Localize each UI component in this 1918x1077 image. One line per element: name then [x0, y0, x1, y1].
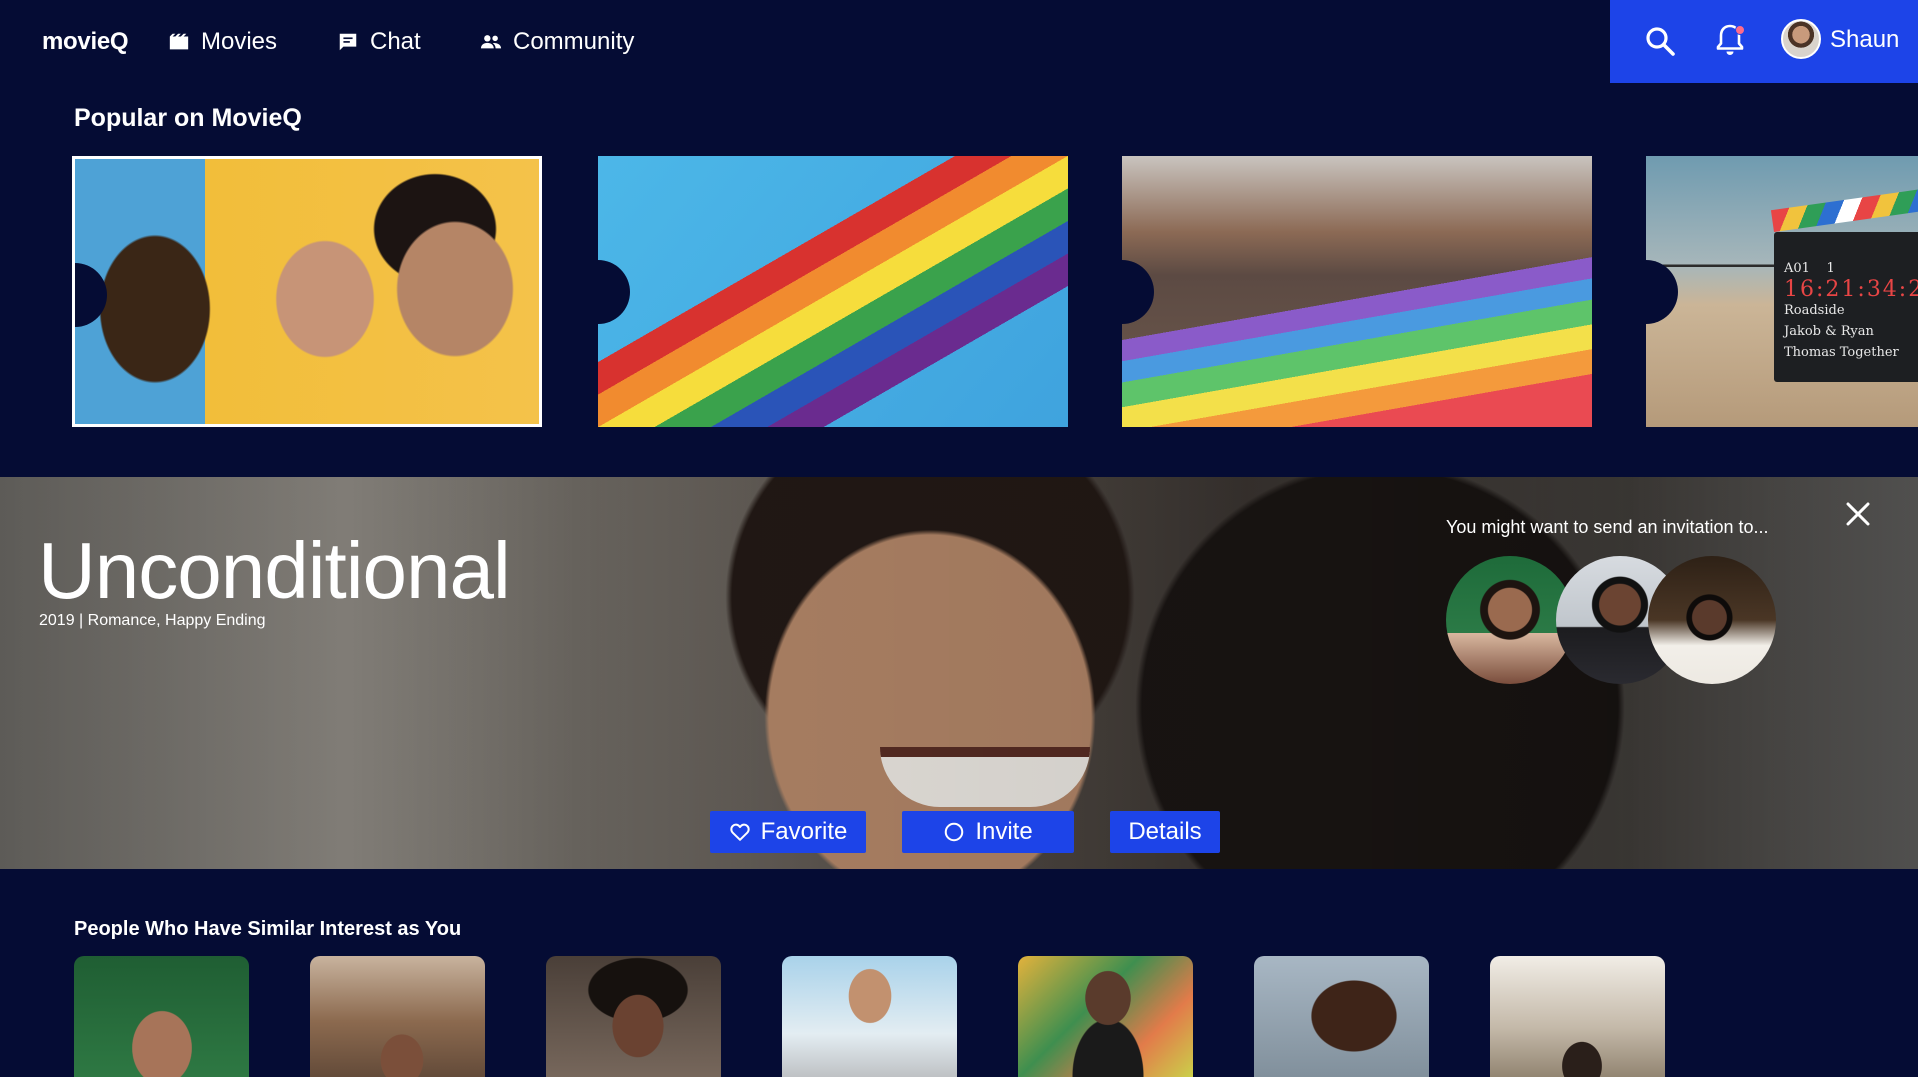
nav-item-label: Chat [370, 28, 421, 55]
people-icon [480, 35, 502, 49]
invite-suggestion-avatar[interactable] [1446, 556, 1574, 684]
nav-item-label: Movies [201, 28, 278, 55]
person-card[interactable] [1018, 956, 1193, 1077]
clapper-line-1: Roadside [1784, 303, 1845, 318]
featured-movie-title: Unconditional [38, 526, 511, 615]
poster-notch [1646, 260, 1678, 324]
invite-button-label: Invite [975, 818, 1033, 845]
person-card[interactable] [546, 956, 721, 1077]
person-card[interactable] [1490, 956, 1665, 1077]
top-navigation: movieQ Movies Chat Community Shaun [0, 0, 1918, 83]
user-toolbar: Shaun [1610, 0, 1918, 83]
nav-item-chat[interactable]: Chat [337, 26, 421, 58]
popular-section-title: Popular on MovieQ [74, 104, 302, 132]
movie-poster-clapperboard[interactable]: A01 1 16:21:34:2 Roadside Jakob & Ryan T… [1646, 156, 1918, 427]
invite-button[interactable]: Invite [902, 811, 1074, 853]
person-card[interactable] [782, 956, 957, 1077]
clapper-roll: A01 [1784, 261, 1810, 276]
search-icon[interactable] [1643, 24, 1677, 58]
clapper-scene: 1 [1826, 261, 1835, 276]
chat-bubble-icon [339, 33, 357, 51]
details-button[interactable]: Details [1110, 811, 1220, 853]
featured-movie-meta: 2019 | Romance, Happy Ending [39, 612, 266, 629]
poster-notch [75, 263, 107, 327]
clapperboard-text: A01 1 16:21:34:2 Roadside Jakob & Ryan T… [1784, 258, 1918, 363]
movie-poster-kiss[interactable] [72, 156, 542, 427]
user-name[interactable]: Shaun [1830, 26, 1899, 54]
movie-poster-pride-parade[interactable] [1122, 156, 1592, 427]
featured-movie-banner: Unconditional 2019 | Romance, Happy Endi… [0, 477, 1918, 869]
clapperboard-image: A01 1 16:21:34:2 Roadside Jakob & Ryan T… [1774, 232, 1918, 382]
invite-suggestion-text: You might want to send an invitation to.… [1446, 517, 1769, 537]
favorite-button-label: Favorite [760, 818, 848, 845]
app-logo[interactable]: movieQ [42, 28, 129, 56]
person-card[interactable] [310, 956, 485, 1077]
nav-item-label: Community [513, 28, 635, 55]
circle-icon [945, 822, 964, 842]
favorite-button[interactable]: Favorite [710, 811, 866, 853]
notification-badge [1735, 25, 1745, 35]
notification-button[interactable] [1713, 22, 1747, 58]
clapper-line-2: Jakob & Ryan [1784, 324, 1874, 339]
clapper-timecode: 16:21:34:2 [1784, 277, 1918, 302]
poster-notch [598, 260, 630, 324]
nav-item-community[interactable]: Community [480, 26, 634, 58]
nav-item-movies[interactable]: Movies [168, 26, 277, 58]
movie-poster-pride-flags[interactable] [598, 156, 1068, 427]
details-button-label: Details [1128, 818, 1202, 845]
person-card[interactable] [74, 956, 249, 1077]
similar-people-section-title: People Who Have Similar Interest as You [74, 918, 462, 940]
invite-suggestion-avatar[interactable] [1648, 556, 1776, 684]
poster-notch [1122, 260, 1154, 324]
heart-icon [729, 823, 750, 841]
close-icon[interactable] [1843, 499, 1873, 529]
person-card[interactable] [1254, 956, 1429, 1077]
movie-clapper-icon [169, 33, 189, 50]
user-avatar[interactable] [1781, 19, 1821, 59]
clapper-line-3: Thomas Together [1784, 345, 1899, 360]
